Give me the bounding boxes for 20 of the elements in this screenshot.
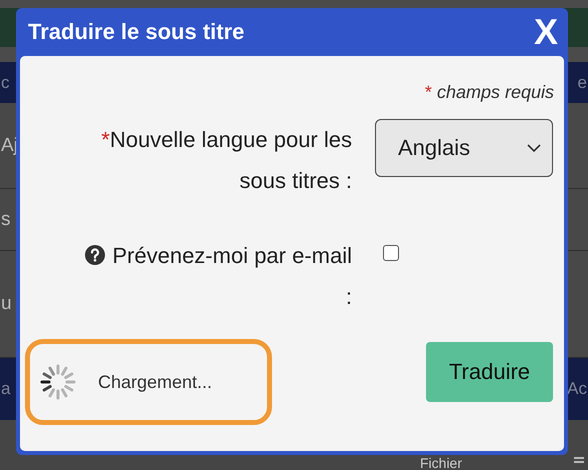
menu-icon <box>574 456 584 466</box>
page-text: Fichier <box>420 456 462 470</box>
translate-button[interactable]: Traduire <box>426 342 553 402</box>
page-text: c <box>0 72 10 92</box>
caret-icon <box>526 143 542 153</box>
email-checkbox[interactable] <box>383 245 399 261</box>
language-select[interactable]: Anglais <box>375 119 553 177</box>
dialog-title: Traduire le sous titre <box>28 19 244 45</box>
page-text: a <box>0 379 12 399</box>
spinner-icon <box>38 362 78 402</box>
required-note: * champs requis <box>424 82 554 103</box>
loading-text: Chargement... <box>98 372 212 392</box>
required-mark: * <box>101 127 110 152</box>
page-text: Ac <box>566 379 588 399</box>
page-text: s <box>0 208 12 230</box>
page-text: e <box>576 72 588 92</box>
page-text: u <box>0 293 13 315</box>
close-button[interactable]: X <box>534 14 558 50</box>
field-label: *Nouvelle langue pour les sous titres : <box>100 126 352 195</box>
field-label: Prévenez-moi par e-mail : <box>77 235 352 317</box>
